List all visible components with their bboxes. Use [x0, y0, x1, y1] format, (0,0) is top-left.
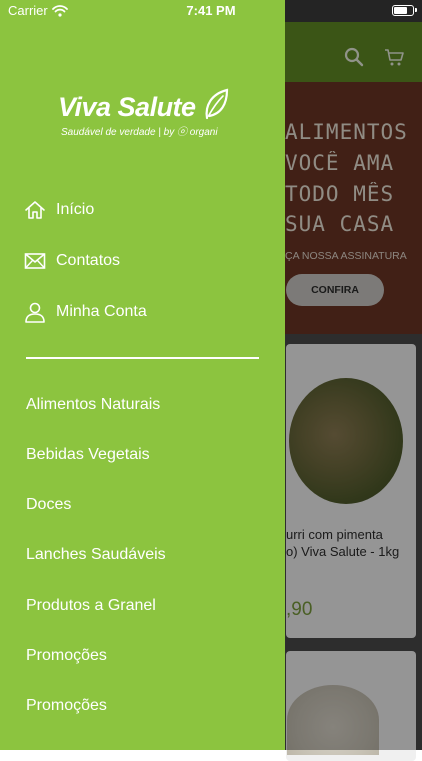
nav-item-label: Minha Conta — [56, 303, 147, 320]
drawer-overlay[interactable] — [285, 0, 422, 750]
category-item[interactable]: Produtos a Granel — [26, 597, 156, 615]
brand-tagline: Saudável de verdade | by ⓞ organi — [61, 127, 218, 138]
nav-item-inicio[interactable]: Início — [24, 196, 94, 224]
mail-icon — [24, 250, 46, 272]
home-icon — [24, 199, 46, 221]
leaf-icon — [203, 88, 229, 125]
user-icon — [24, 301, 46, 323]
drawer-divider — [26, 357, 259, 359]
nav-item-label: Contatos — [56, 252, 121, 269]
brand-name: Viva Salute — [58, 92, 196, 122]
category-item[interactable]: Bebidas Vegetais — [26, 446, 150, 464]
nav-item-contatos[interactable]: Contatos — [24, 247, 120, 275]
nav-item-minha-conta[interactable]: Minha Conta — [24, 298, 147, 326]
category-item[interactable]: Alimentos Naturais — [26, 396, 160, 414]
status-bar — [0, 0, 422, 22]
category-item[interactable]: Promoções — [26, 697, 107, 715]
category-item[interactable]: Doces — [26, 496, 71, 514]
nav-item-label: Início — [56, 201, 95, 218]
category-item[interactable]: Lanches Saudáveis — [26, 546, 166, 564]
category-item[interactable]: Promoções — [26, 647, 107, 665]
